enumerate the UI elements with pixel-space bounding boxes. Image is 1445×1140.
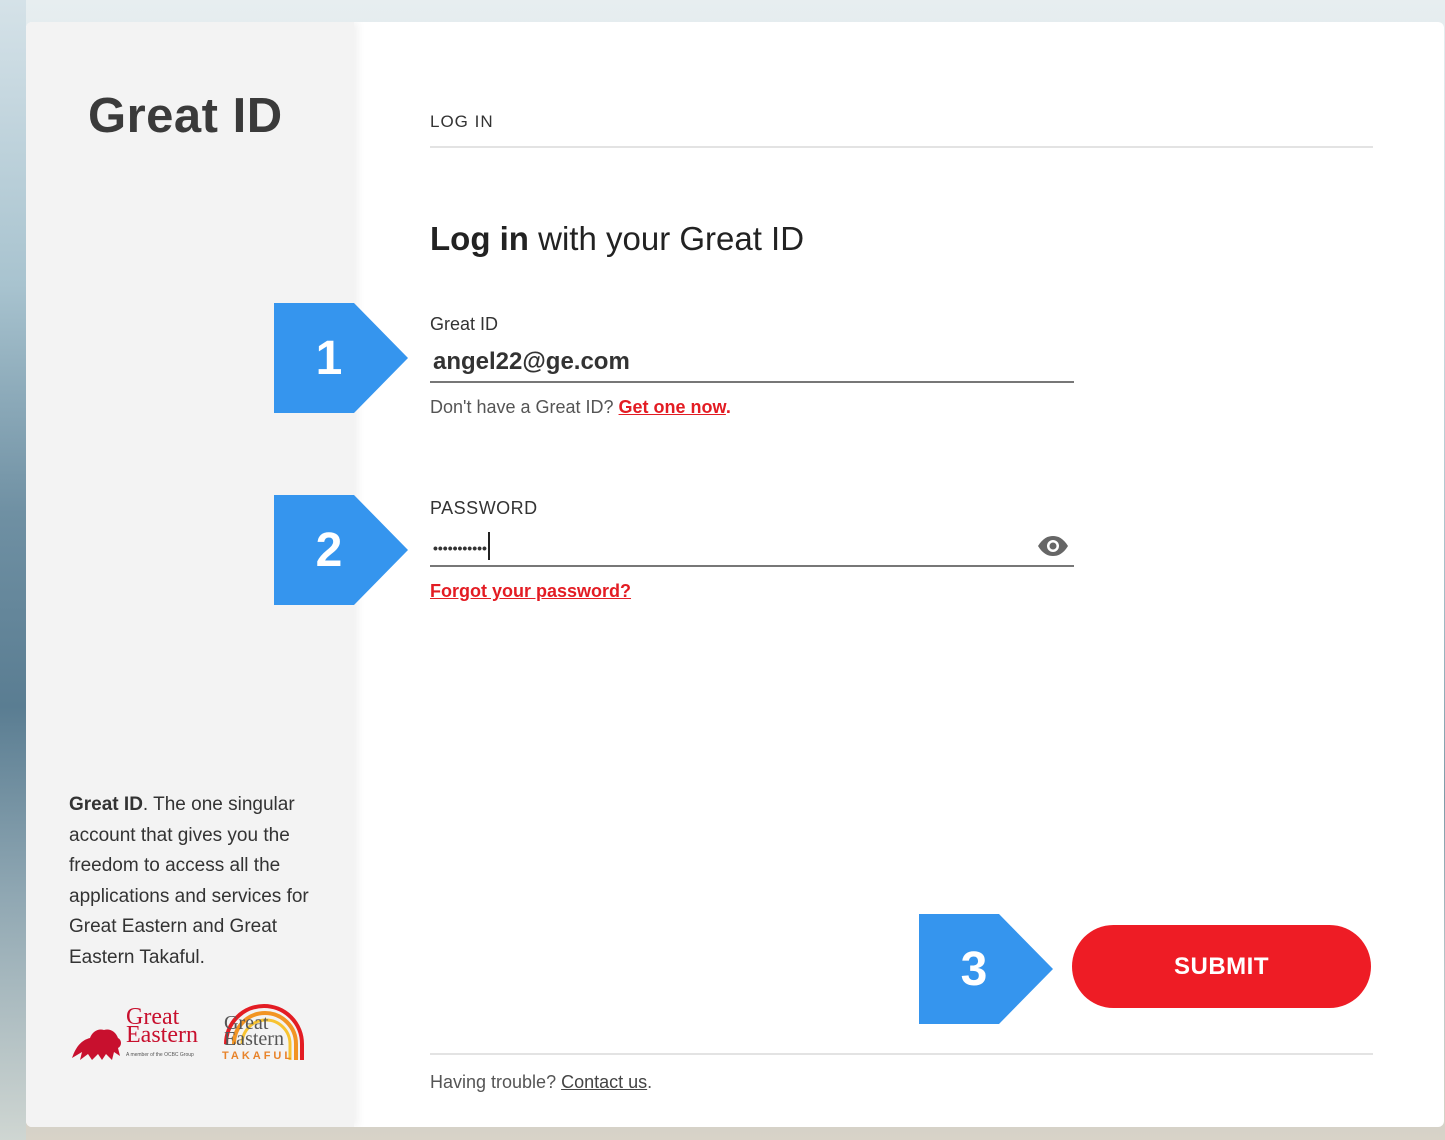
brand-logos: Great Eastern A member of the OCBC Group… (68, 1000, 308, 1064)
password-input[interactable]: ••••••••••• (430, 527, 1074, 567)
password-label: PASSWORD (430, 498, 538, 518)
form-panel: LOG IN Log in with your Great ID Great I… (354, 22, 1444, 1127)
eye-icon (1038, 536, 1068, 556)
takaful-logo: Great Eastern TAKAFUL (220, 1000, 308, 1064)
brand-title: Great ID (88, 89, 283, 143)
callout-number: 3 (960, 942, 988, 996)
signup-period: . (725, 397, 731, 417)
password-field: PASSWORD ••••••••••• Forgot your passwor… (430, 498, 1074, 602)
forgot-password-link[interactable]: Forgot your password? (430, 581, 631, 601)
trouble-period: . (647, 1072, 653, 1092)
background-left-strip (0, 0, 26, 1140)
tab-log-in[interactable]: LOG IN (430, 112, 494, 132)
callout-2: 2 (274, 495, 408, 605)
lion-icon (72, 1029, 121, 1060)
contact-us-link[interactable]: Contact us (561, 1072, 647, 1092)
great-id-field: Great ID angel22@ge.com Don't have a Gre… (430, 314, 1074, 418)
great-id-label: Great ID (430, 314, 499, 334)
page-title: Log in with your Great ID (430, 220, 804, 258)
tk-logo-line3: TAKAFUL (221, 1050, 295, 1062)
ge-logo-subline: A member of the OCBC Group (126, 1052, 194, 1058)
callout-number: 2 (315, 523, 343, 577)
footer-divider (430, 1053, 1373, 1055)
signup-hint: Don't have a Great ID? Get one now. (430, 397, 1074, 418)
callout-number: 1 (315, 331, 343, 385)
ge-logo-line2: Eastern (126, 1022, 198, 1048)
blurb-bold: Great ID (69, 794, 143, 815)
great-id-input[interactable]: angel22@ge.com (430, 343, 1074, 383)
callout-1: 1 (274, 303, 408, 413)
submit-button[interactable]: SUBMIT (1072, 925, 1371, 1008)
brand-blurb: Great ID. The one singular account that … (69, 790, 319, 974)
trouble-prompt: Having trouble? (430, 1072, 562, 1092)
heading-bold: Log in (430, 220, 529, 257)
forgot-hint: Forgot your password? (430, 581, 1074, 602)
callout-3: 3 (919, 914, 1053, 1024)
show-password-button[interactable] (1035, 531, 1071, 561)
heading-rest: with your Great ID (528, 220, 805, 257)
tk-logo-line2: Eastern (223, 1028, 284, 1050)
blurb-text: . The one singular account that gives yo… (69, 794, 309, 968)
password-value: ••••••••••• (433, 539, 487, 556)
great-id-value: angel22@ge.com (433, 348, 630, 375)
great-eastern-logo: Great Eastern A member of the OCBC Group (68, 1005, 198, 1064)
login-card: Great ID Great ID. The one singular acco… (26, 22, 1444, 1127)
footer-help: Having trouble? Contact us. (430, 1072, 652, 1093)
get-one-now-link[interactable]: Get one now (619, 397, 726, 417)
signup-prompt: Don't have a Great ID? (430, 397, 619, 417)
text-caret (487, 532, 490, 561)
tab-divider (430, 146, 1373, 148)
